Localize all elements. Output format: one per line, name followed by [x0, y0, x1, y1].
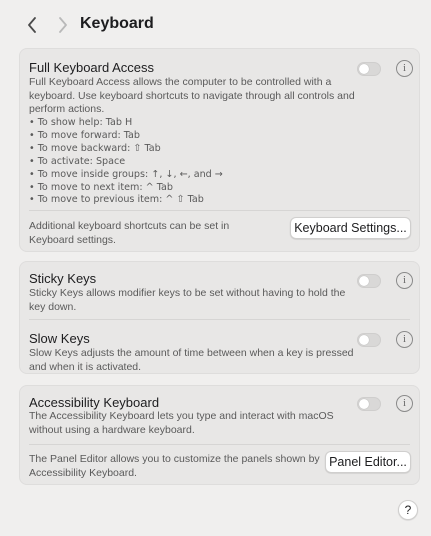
divider: [29, 444, 410, 445]
toggle-knob: [359, 64, 369, 74]
info-icon[interactable]: i: [396, 331, 413, 348]
accessibility-keyboard-title: Accessibility Keyboard: [29, 395, 160, 410]
slow-keys-title: Slow Keys: [29, 331, 90, 346]
toggle-knob: [359, 276, 369, 286]
info-icon[interactable]: i: [396, 60, 413, 77]
full-keyboard-access-toggle[interactable]: [357, 62, 381, 76]
sticky-slow-keys-card: Sticky Keys i Sticky Keys allows modifie…: [19, 261, 420, 374]
sticky-keys-toggle[interactable]: [357, 274, 381, 288]
panel-editor-button[interactable]: Panel Editor...: [325, 451, 411, 473]
shortcut-item: • To move to next item: ^ Tab: [29, 181, 173, 193]
slow-keys-toggle[interactable]: [357, 333, 381, 347]
full-keyboard-access-card: Full Keyboard Access i Full Keyboard Acc…: [19, 48, 420, 252]
forward-button[interactable]: [53, 14, 73, 36]
toolbar: Keyboard: [0, 0, 431, 52]
chevron-right-icon: [59, 17, 67, 33]
shortcut-item: • To move backward: ⇧ Tab: [29, 142, 161, 154]
shortcut-item: • To move to previous item: ^ ⇧ Tab: [29, 194, 204, 206]
sticky-keys-description: Sticky Keys allows modifier keys to be s…: [29, 287, 346, 313]
sticky-keys-title: Sticky Keys: [29, 271, 97, 286]
accessibility-keyboard-description: The Accessibility Keyboard lets you type…: [29, 410, 334, 436]
toggle-knob: [359, 335, 369, 345]
back-button[interactable]: [22, 14, 42, 36]
shortcut-item: • To show help: Tab H: [29, 117, 133, 128]
shortcut-item: • To activate: Space: [29, 155, 126, 167]
chevron-left-icon: [28, 17, 36, 33]
slow-keys-description: Slow Keys adjusts the amount of time bet…: [29, 347, 354, 373]
keyboard-settings-button[interactable]: Keyboard Settings...: [290, 217, 411, 239]
info-icon[interactable]: i: [396, 272, 413, 289]
full-keyboard-access-title: Full Keyboard Access: [29, 60, 155, 75]
page-title: Keyboard: [80, 15, 154, 32]
toggle-knob: [359, 399, 369, 409]
accessibility-keyboard-toggle[interactable]: [357, 397, 381, 411]
shortcut-list: • To show help: Tab H • To move forward:…: [29, 117, 223, 207]
info-icon[interactable]: i: [396, 395, 413, 412]
help-button[interactable]: ?: [398, 500, 418, 520]
panel-editor-note: The Panel Editor allows you to customize…: [29, 453, 320, 479]
keyboard-settings-note: Additional keyboard shortcuts can be set…: [29, 220, 230, 246]
full-keyboard-access-description: Full Keyboard Access allows the computer…: [29, 76, 355, 115]
divider: [29, 210, 410, 211]
shortcut-item: • To move forward: Tab: [29, 129, 141, 141]
shortcut-item: • To move inside groups: ↑, ↓, ←, and →: [29, 168, 223, 180]
accessibility-keyboard-card: Accessibility Keyboard i The Accessibili…: [19, 385, 420, 485]
divider: [29, 319, 410, 320]
